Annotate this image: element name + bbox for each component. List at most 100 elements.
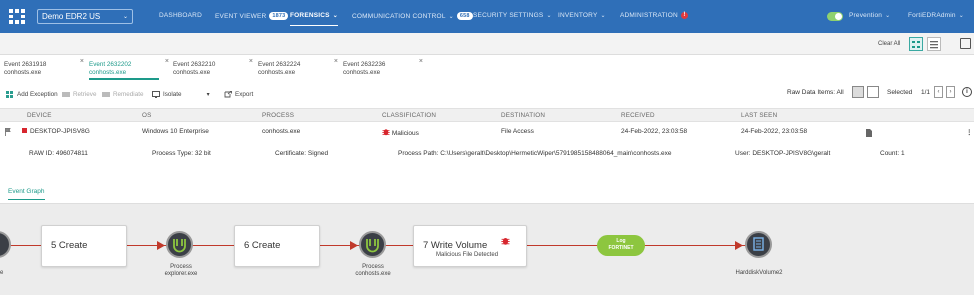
process-node-conhosts[interactable] xyxy=(359,231,386,258)
prevention-mode-label: Prevention xyxy=(849,12,883,19)
prev-page-button[interactable]: ‹ xyxy=(934,86,943,98)
nav-security-settings-label: SECURITY SETTINGS xyxy=(473,12,544,19)
node-label-process: Process explorer.exe xyxy=(159,264,203,278)
device-status-icon xyxy=(22,128,27,133)
os-cell: Windows 10 Enterprise xyxy=(142,128,209,135)
close-icon[interactable]: × xyxy=(334,58,338,66)
isolate-button[interactable]: Isolate ▾ xyxy=(152,91,210,98)
clear-all-button[interactable]: Clear All xyxy=(878,41,900,47)
fullscreen-icon[interactable] xyxy=(960,38,971,49)
page-indicator: 1/1 xyxy=(921,89,931,96)
chevron-down-icon: ⌄ xyxy=(958,13,964,19)
list-view-icon[interactable] xyxy=(927,37,941,51)
isolate-icon xyxy=(152,91,160,98)
tab-title: Event 2632210 xyxy=(173,61,216,68)
arrow-icon xyxy=(157,241,165,250)
process-type: Process Type: 32 bit xyxy=(152,150,211,157)
isolate-label: Isolate xyxy=(163,91,182,98)
nav-inventory-label: INVENTORY xyxy=(558,12,598,19)
process-icon xyxy=(173,239,186,253)
retrieve-button[interactable]: Retrieve xyxy=(62,91,96,98)
nav-dashboard[interactable]: DASHBOARD xyxy=(159,12,202,19)
tab-event-2632202[interactable]: Event 2632202 conhosts.exe × xyxy=(89,58,169,80)
column-header-last-seen[interactable]: LAST SEEN xyxy=(741,112,777,119)
column-header-process[interactable]: PROCESS xyxy=(262,112,294,119)
node-label-process: Process conhosts.exe xyxy=(350,264,396,278)
column-header-device[interactable]: DEVICE xyxy=(27,112,52,119)
nav-security-settings[interactable]: SECURITY SETTINGS ⌄ xyxy=(473,12,552,19)
caret-down-icon[interactable]: ▾ xyxy=(207,91,210,98)
node-label-volume: HarddiskVolume2 xyxy=(735,270,783,276)
add-exception-button[interactable]: Add Exception xyxy=(6,91,58,98)
column-header-received[interactable]: RECEIVED xyxy=(621,112,655,119)
flag-icon[interactable] xyxy=(5,128,11,136)
action-box-label: 7 Write Volume xyxy=(423,240,488,251)
next-page-button[interactable]: › xyxy=(946,86,955,98)
nav-event-viewer[interactable]: EVENT VIEWER 1873 xyxy=(215,12,289,20)
tab-event-2631918[interactable]: Event 2631918 conhosts.exe × xyxy=(4,58,84,77)
tab-event-2632236[interactable]: Event 2632236 conhosts.exe × xyxy=(343,58,423,77)
document-icon[interactable] xyxy=(866,129,872,137)
nav-communication-control-label: COMMUNICATION CONTROL xyxy=(352,12,446,20)
fortinet-logo-icon[interactable] xyxy=(7,7,27,26)
close-icon[interactable]: × xyxy=(419,58,423,66)
info-icon[interactable]: i xyxy=(962,87,972,97)
action-box-create-5[interactable]: 5 Create xyxy=(41,225,127,267)
event-viewer-count-badge: 1873 xyxy=(269,12,289,20)
prevention-mode-menu[interactable]: Prevention ⌄ xyxy=(849,12,890,19)
certificate: Certificate: Signed xyxy=(275,150,329,157)
tab-event-2632224[interactable]: Event 2632224 conhosts.exe × xyxy=(258,58,338,77)
tab-process: conhosts.exe xyxy=(258,69,296,76)
close-icon[interactable]: × xyxy=(80,58,84,66)
remediate-label: Remediate xyxy=(113,91,144,98)
log-fortinet-node[interactable]: Log FORTINET xyxy=(597,235,645,256)
user-menu[interactable]: FortiEDRAdmin ⌄ xyxy=(908,12,964,19)
node-type: Process xyxy=(362,264,384,270)
graph-view-icon[interactable] xyxy=(909,37,923,51)
nav-forensics[interactable]: FORENSICS ⌄ xyxy=(290,12,338,26)
action-box-write-volume[interactable]: 7 Write Volume Malicious File Detected xyxy=(413,225,527,267)
nav-dashboard-label: DASHBOARD xyxy=(159,12,202,19)
process-icon xyxy=(366,239,379,253)
action-box-create-6[interactable]: 6 Create xyxy=(234,225,320,267)
volume-node-harddisk[interactable] xyxy=(745,231,772,258)
tab-title: Event 2631918 xyxy=(4,61,47,68)
row-more-icon[interactable]: ⋮ xyxy=(966,128,973,136)
column-header-destination[interactable]: DESTINATION xyxy=(501,112,545,119)
table-header: DEVICE OS PROCESS CLASSIFICATION DESTINA… xyxy=(0,108,974,122)
nav-administration[interactable]: ADMINISTRATION ! xyxy=(620,12,688,19)
document-volume-icon xyxy=(753,237,764,251)
received-cell: 24-Feb-2022, 23:03:58 xyxy=(621,128,688,135)
destination-cell: File Access xyxy=(501,128,534,135)
nav-administration-label: ADMINISTRATION xyxy=(620,12,678,19)
tab-event-2632210[interactable]: Event 2632210 conhosts.exe × xyxy=(173,58,253,77)
count: Count: 1 xyxy=(880,150,905,157)
tab-process: conhosts.exe xyxy=(343,69,381,76)
table-row[interactable]: DESKTOP-JPISV8G Windows 10 Enterprise co… xyxy=(0,123,974,141)
partial-node-label: e xyxy=(0,270,4,276)
raw-id: RAW ID: 496074811 xyxy=(29,150,88,157)
organization-select[interactable]: Demo EDR2 US ⌄ xyxy=(37,9,133,24)
active-tab-underline xyxy=(89,78,159,80)
remediate-button[interactable]: Remediate xyxy=(102,91,143,98)
export-button[interactable]: Export xyxy=(224,91,253,98)
communication-control-count-badge: 658 xyxy=(456,12,473,20)
raw-data-table-icon[interactable] xyxy=(852,86,864,98)
column-header-os[interactable]: OS xyxy=(142,112,152,119)
column-header-classification[interactable]: CLASSIFICATION xyxy=(382,112,436,119)
process-node-explorer[interactable] xyxy=(166,231,193,258)
alert-icon: ! xyxy=(680,12,688,19)
remediate-icon xyxy=(102,92,110,97)
prevention-toggle[interactable] xyxy=(827,12,843,21)
malicious-bug-icon xyxy=(382,129,390,136)
nav-communication-control[interactable]: COMMUNICATION CONTROL ⌄ 658 xyxy=(352,12,473,20)
event-tabs: Event 2631918 conhosts.exe × Event 26322… xyxy=(0,55,974,81)
tab-event-graph[interactable]: Event Graph xyxy=(8,188,45,200)
tab-process: conhosts.exe xyxy=(173,69,211,76)
log-label: Log xyxy=(616,238,626,244)
nav-inventory[interactable]: INVENTORY ⌄ xyxy=(558,12,606,19)
close-icon[interactable]: × xyxy=(165,58,169,66)
classification-cell: Malicious xyxy=(382,128,419,137)
close-icon[interactable]: × xyxy=(249,58,253,66)
raw-data-check-icon[interactable] xyxy=(867,86,879,98)
